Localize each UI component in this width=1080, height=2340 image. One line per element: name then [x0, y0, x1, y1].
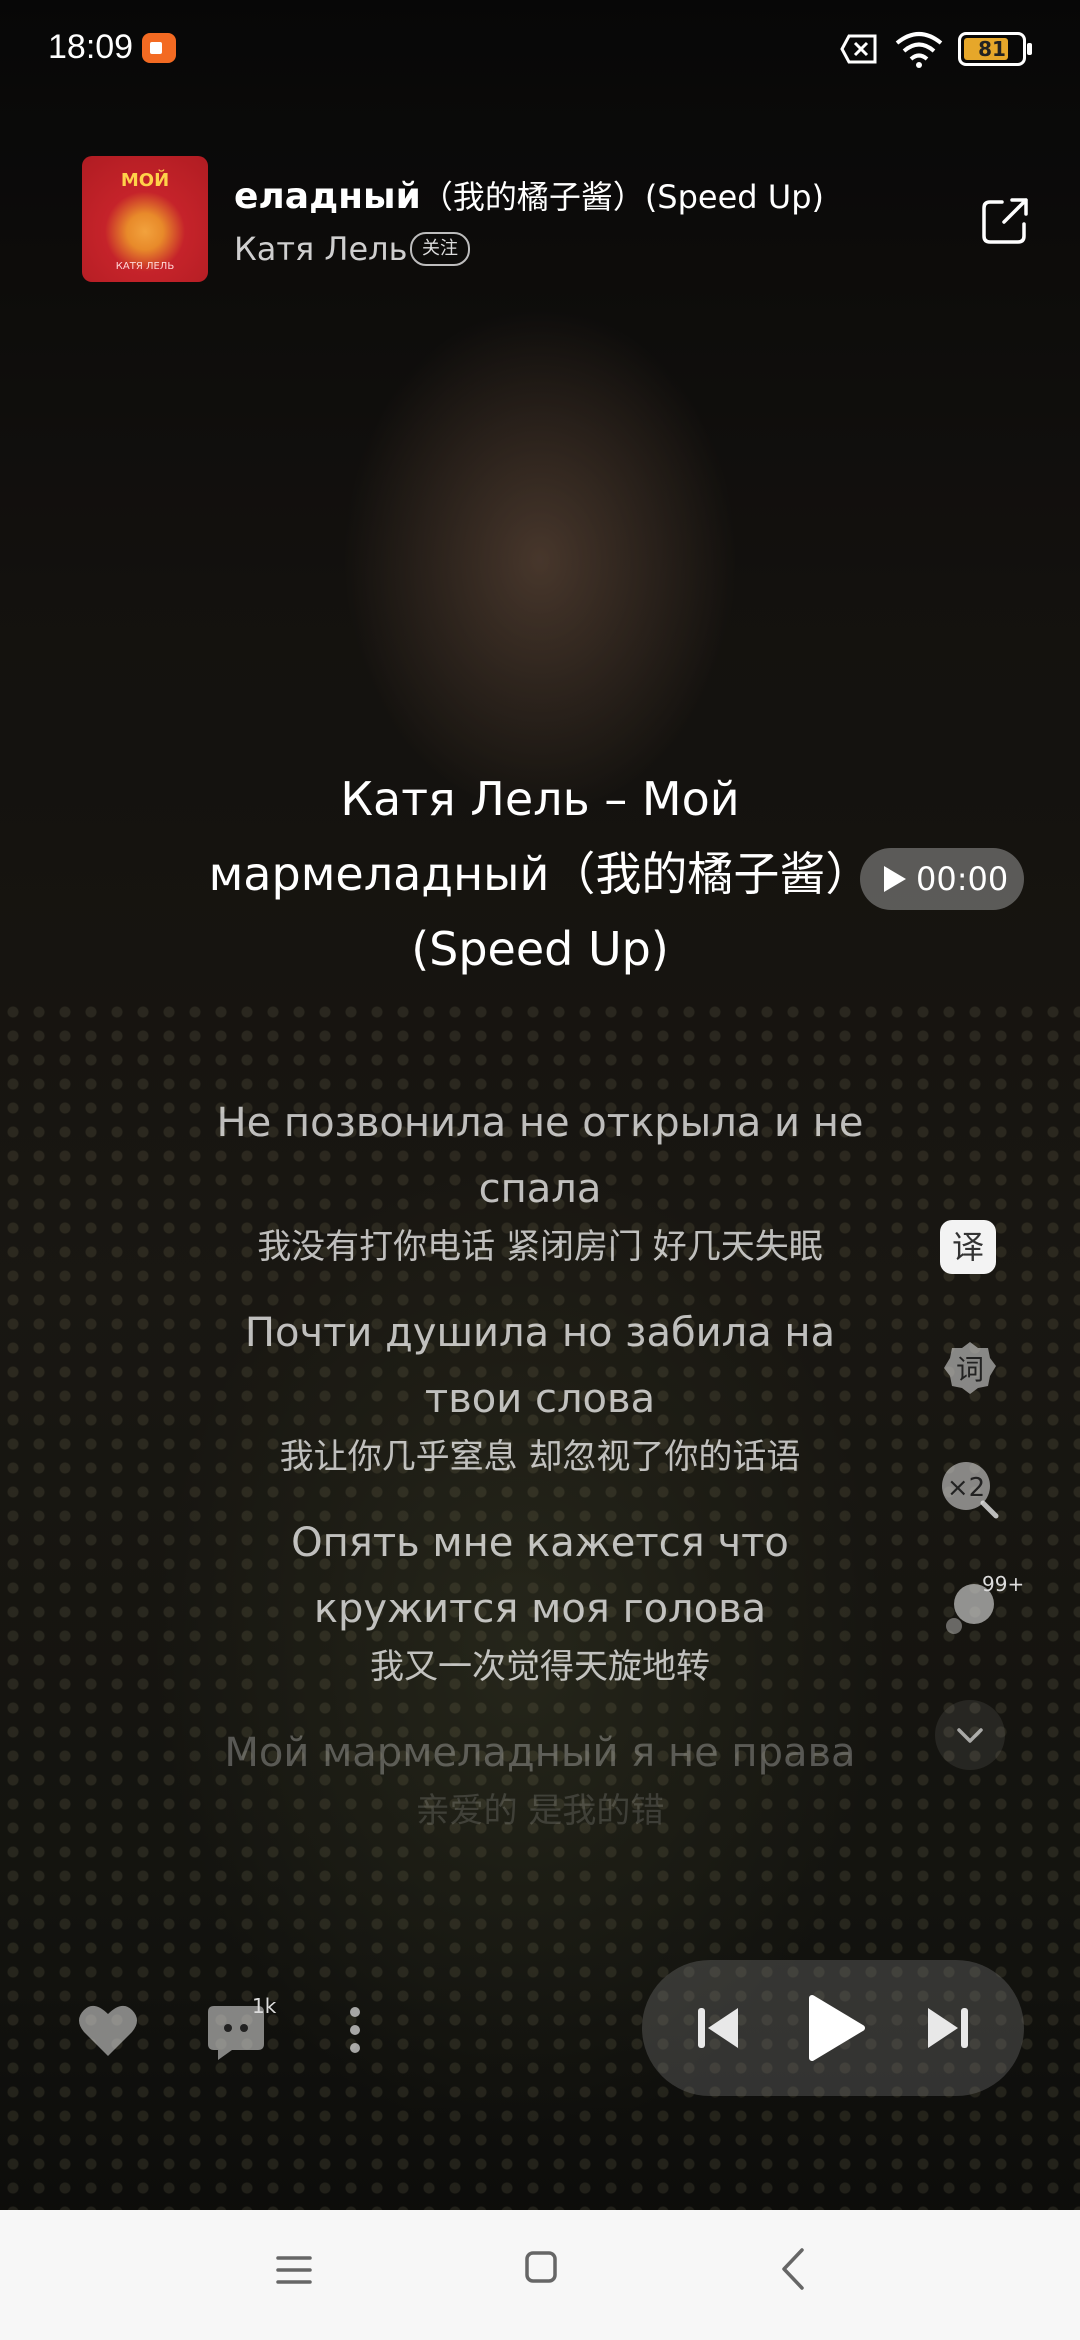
cover-artist: КАТЯ ЛЕЛЬ [115, 261, 175, 272]
lyric-line[interactable]: Мой мармеладный я не права 亲爱的 是我的错 [190, 1720, 890, 1836]
battery-icon: 81 [958, 32, 1032, 66]
tag-count-badge: 99+ [982, 1572, 1025, 1596]
no-sim-icon [840, 34, 877, 64]
status-bar: 18:09 81 [0, 0, 1080, 100]
lyric-line[interactable]: Не позвонила не открыла и не спала 我没有打你… [190, 1090, 890, 1272]
word-lookup-label: 词 [956, 1353, 984, 1386]
lyric-translation: 我让你几乎窒息 却忽视了你的话语 [279, 1437, 801, 1477]
seek-time: 00:00 [916, 860, 1009, 898]
lyric-line[interactable]: Почти душила но забила на твои слова 我让你… [190, 1300, 890, 1482]
lyric-translation: 我又一次觉得天旋地转 [370, 1647, 710, 1687]
lyric-original: Не позвонила не открыла и не спала [216, 1100, 864, 1212]
chevron-down-icon[interactable] [935, 1700, 1005, 1770]
song-full-title-line1: Катя Лель – Мой [340, 772, 740, 826]
player-controls [642, 1960, 1024, 2096]
comment-button[interactable]: 1k [204, 1994, 276, 2064]
recent-apps-icon[interactable] [274, 2250, 314, 2290]
system-navigation-bar [0, 2210, 1080, 2340]
share-icon[interactable] [980, 194, 1032, 246]
home-icon[interactable] [524, 2250, 558, 2284]
status-time: 18:09 [48, 28, 134, 66]
play-small-icon [884, 866, 906, 892]
album-cover[interactable]: МОЙ КАТЯ ЛЕЛЬ [82, 156, 208, 282]
song-title-main: еладный [234, 176, 421, 217]
previous-track-icon[interactable] [696, 2004, 742, 2052]
word-lookup-icon[interactable]: 词 [940, 1338, 1000, 1398]
next-track-icon[interactable] [924, 2004, 970, 2052]
lyric-original: Мой мармеладный я не права [224, 1730, 856, 1776]
speed-label: ×2 [947, 1473, 985, 1503]
song-full-title-line2: мармеладный（我的橘子酱） [208, 847, 872, 901]
play-icon[interactable] [806, 1994, 866, 2062]
more-options-icon[interactable] [340, 2000, 370, 2060]
lyric-translation: 我没有打你电话 紧闭房门 好几天失眠 [257, 1227, 823, 1267]
lyrics-list[interactable]: Не позвонила не открыла и не спала 我没有打你… [190, 1090, 890, 1864]
screen-record-icon [142, 33, 176, 63]
song-title-sub: （我的橘子酱）(Speed Up) [420, 178, 825, 216]
wifi-icon [895, 32, 943, 68]
follow-button[interactable]: 关注 [410, 232, 470, 266]
comment-count: 1k [252, 1994, 277, 2018]
cover-title: МОЙ [120, 170, 170, 191]
seek-time-button[interactable]: 00:00 [860, 848, 1024, 910]
song-full-title-line3: (Speed Up) [411, 922, 669, 976]
artist-name[interactable]: Катя Лель [234, 230, 407, 268]
battery-level: 81 [978, 37, 1006, 61]
lyric-line[interactable]: Опять мне кажется что кружится моя голов… [190, 1510, 890, 1692]
tag-button[interactable]: 99+ [940, 1572, 1024, 1638]
lyric-translation: 亲爱的 是我的错 [415, 1791, 665, 1831]
back-icon[interactable] [780, 2246, 806, 2292]
speed-magnifier-icon[interactable]: ×2 [940, 1460, 1000, 1520]
song-full-title: Катя Лель – Мой мармеладный（我的橘子酱） (Spee… [200, 762, 880, 987]
song-title[interactable]: еладный（我的橘子酱）(Speed Up) [234, 172, 824, 218]
translate-toggle-icon[interactable]: 译 [940, 1220, 996, 1274]
lyric-original: Опять мне кажется что кружится моя голов… [291, 1520, 789, 1632]
like-heart-icon[interactable] [76, 2000, 140, 2060]
lyric-original: Почти душила но забила на твои слова [244, 1310, 836, 1422]
